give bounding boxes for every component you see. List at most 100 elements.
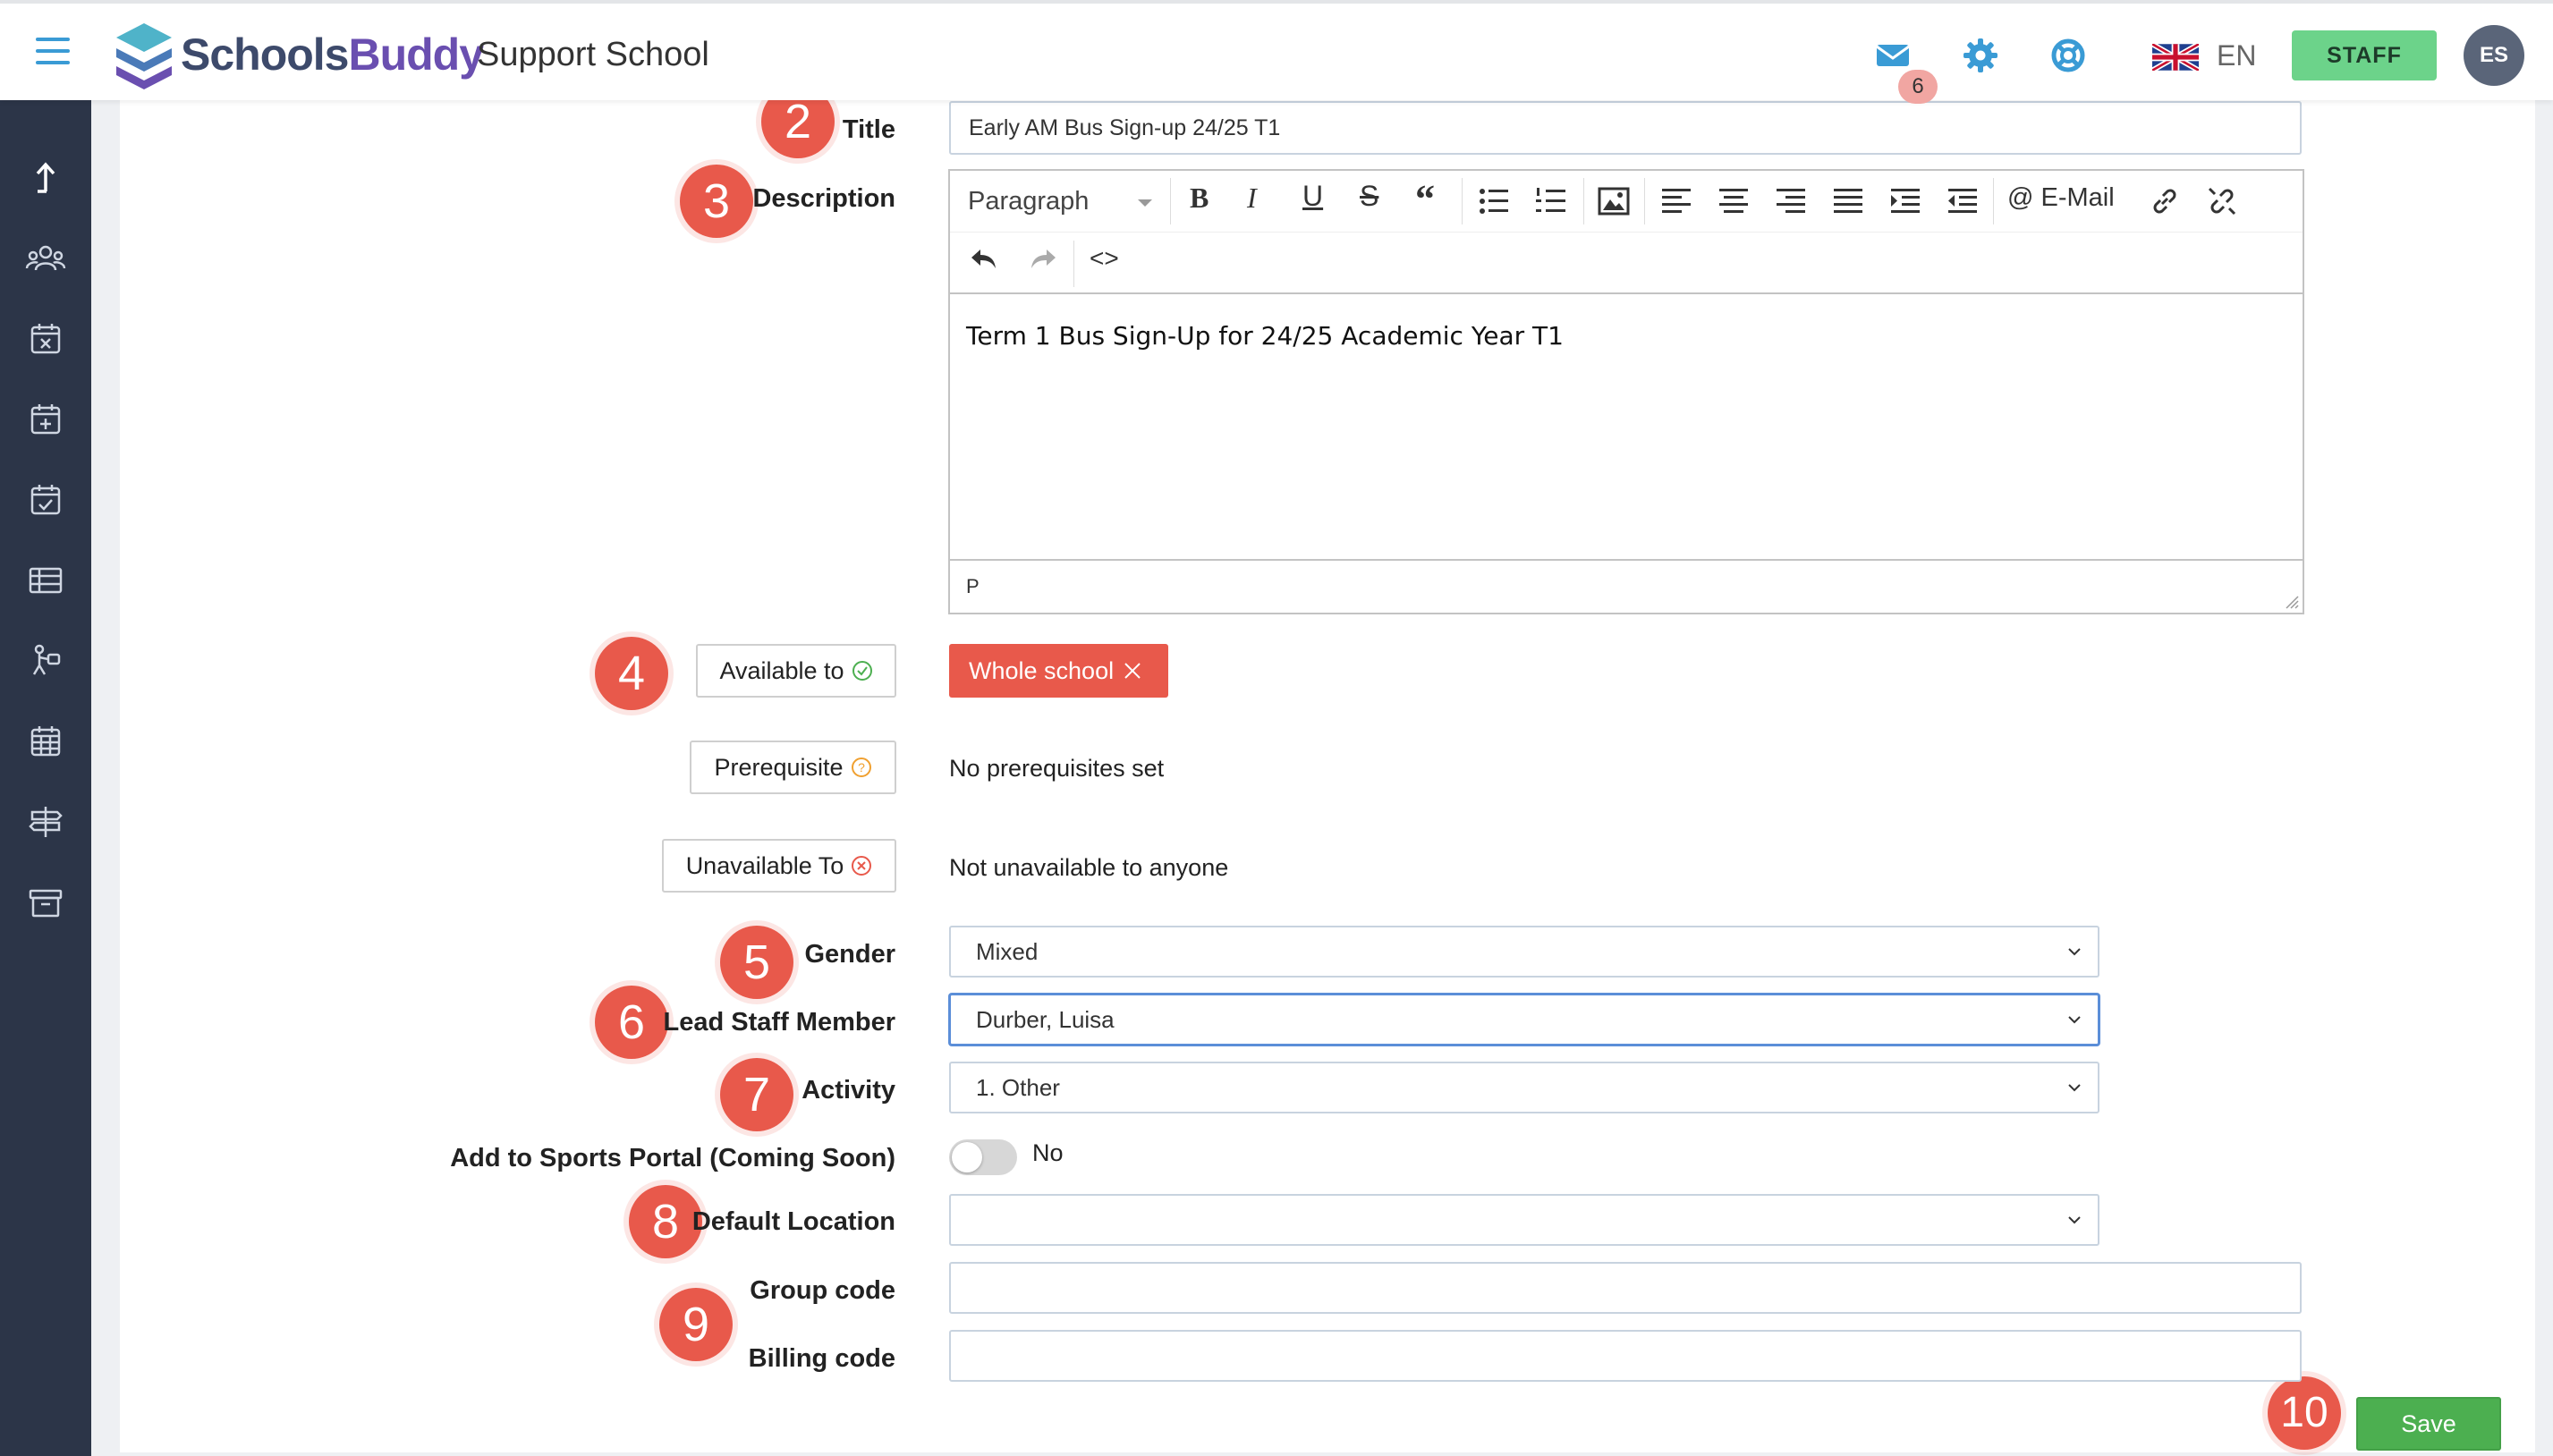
billing-code-label: Billing code <box>748 1344 895 1373</box>
close-icon[interactable] <box>1123 661 1142 681</box>
sports-portal-label: Add to Sports Portal (Coming Soon) <box>450 1144 895 1172</box>
default-location-label: Default Location <box>691 1207 895 1236</box>
chevron-down-icon <box>1138 199 1152 207</box>
gender-label: Gender <box>804 940 895 969</box>
step-badge-10: 10 <box>2268 1376 2341 1450</box>
align-center-icon[interactable] <box>1718 185 1750 217</box>
activity-label: Activity <box>802 1076 895 1105</box>
calendar-plus-icon[interactable] <box>25 399 66 440</box>
x-circle-icon <box>852 856 872 876</box>
redo-icon[interactable] <box>1029 246 1057 273</box>
lead-staff-value: Durber, Luisa <box>976 1005 1115 1033</box>
staff-button[interactable]: STAFF <box>2292 30 2437 80</box>
available-to-label: Available to <box>719 656 844 684</box>
prerequisite-button[interactable]: Prerequisite ? <box>690 741 896 794</box>
bold-icon[interactable]: B <box>1190 182 1209 215</box>
available-to-button[interactable]: Available to <box>696 644 896 698</box>
calendar-check-icon[interactable] <box>25 479 66 521</box>
numbered-list-icon[interactable] <box>1535 185 1567 217</box>
undo-icon[interactable] <box>970 246 998 273</box>
sports-portal-state: No <box>1032 1139 1064 1166</box>
signpost-icon[interactable] <box>25 801 66 842</box>
chevron-down-icon <box>2068 1084 2081 1092</box>
language-selector[interactable]: EN <box>2217 39 2256 72</box>
chevron-down-icon <box>2068 1216 2081 1224</box>
unavailable-to-button[interactable]: Unavailable To <box>662 839 896 893</box>
blockquote-icon[interactable]: “ <box>1415 176 1435 222</box>
source-code-icon[interactable]: <> <box>1090 244 1119 273</box>
archive-icon[interactable] <box>25 882 66 923</box>
svg-text:?: ? <box>858 760 865 775</box>
sidebar <box>0 100 91 1456</box>
editor-statusbar: P <box>950 559 2303 613</box>
align-right-icon[interactable] <box>1775 185 1807 217</box>
save-button[interactable]: Save <box>2356 1397 2501 1451</box>
email-link-label: E-Mail <box>2040 183 2115 212</box>
underline-icon[interactable]: U <box>1302 180 1323 213</box>
editor-toolbar: Paragraph B I U S “ @ E-Mail <> <box>950 171 2303 294</box>
default-location-select[interactable] <box>949 1194 2099 1246</box>
description-editor: Paragraph B I U S “ @ E-Mail <> Term 1 B… <box>948 169 2304 614</box>
check-circle-icon <box>852 661 872 681</box>
email-link-button[interactable]: @ E-Mail <box>2007 183 2115 213</box>
activity-value: 1. Other <box>976 1073 1060 1101</box>
group-code-input[interactable] <box>949 1262 2302 1314</box>
step-badge-6: 6 <box>595 986 668 1059</box>
italic-icon[interactable]: I <box>1247 182 1257 215</box>
title-input[interactable]: Early AM Bus Sign-up 24/25 T1 <box>949 101 2302 155</box>
unavailable-to-label: Unavailable To <box>685 851 844 879</box>
image-icon[interactable] <box>1598 187 1630 216</box>
strikethrough-icon[interactable]: S <box>1360 180 1378 213</box>
gender-select[interactable]: Mixed <box>949 926 2099 978</box>
users-icon[interactable] <box>25 238 66 279</box>
paragraph-select[interactable]: Paragraph <box>968 187 1089 216</box>
step-badge-9: 9 <box>659 1288 733 1361</box>
description-label: Description <box>752 184 895 213</box>
align-justify-icon[interactable] <box>1832 185 1864 217</box>
activity-select[interactable]: 1. Other <box>949 1062 2099 1113</box>
editor-content[interactable]: Term 1 Bus Sign-Up for 24/25 Academic Ye… <box>966 321 1564 351</box>
element-path[interactable]: P <box>966 575 980 597</box>
at-icon: @ <box>2007 183 2034 212</box>
toolbar-divider <box>1170 178 1171 224</box>
lead-staff-select[interactable]: Durber, Luisa <box>949 994 2099 1045</box>
group-code-label: Group code <box>750 1276 895 1305</box>
prerequisite-value: No prerequisites set <box>949 755 1165 782</box>
mail-icon[interactable] <box>1873 36 1913 75</box>
toolbar-divider <box>1993 178 1994 224</box>
gender-value: Mixed <box>976 937 1039 965</box>
bullet-list-icon[interactable] <box>1478 185 1510 217</box>
chip-label: Whole school <box>969 656 1115 684</box>
sports-portal-toggle[interactable] <box>949 1139 1017 1175</box>
step-badge-3: 3 <box>680 165 753 238</box>
prerequisite-label: Prerequisite <box>714 753 844 781</box>
whole-school-chip[interactable]: Whole school <box>949 644 1168 698</box>
step-badge-5: 5 <box>720 926 793 999</box>
gear-icon[interactable] <box>1961 36 2000 75</box>
toolbar-divider <box>1583 178 1584 224</box>
unlink-icon[interactable] <box>2206 185 2238 217</box>
table-icon[interactable] <box>25 560 66 601</box>
calendar-x-icon[interactable] <box>25 318 66 360</box>
align-left-icon[interactable] <box>1660 185 1692 217</box>
help-lifebuoy-icon[interactable] <box>2048 36 2088 75</box>
school-name: Support School <box>477 36 709 73</box>
outdent-icon[interactable] <box>1947 185 1979 217</box>
resize-handle-icon[interactable] <box>2283 593 2299 609</box>
billing-code-input[interactable] <box>949 1330 2302 1382</box>
indent-icon[interactable] <box>1889 185 1921 217</box>
uk-flag-icon[interactable] <box>2152 44 2199 71</box>
link-icon[interactable] <box>2149 185 2181 217</box>
question-circle-icon: ? <box>851 758 871 777</box>
upload-arrow-icon[interactable] <box>25 157 66 199</box>
logo[interactable]: SchoolsBuddy <box>181 29 484 80</box>
logo-icon <box>116 23 172 89</box>
top-bar: SchoolsBuddy Support School 6 EN STAFF E… <box>0 0 2553 104</box>
toolbar-divider <box>1073 241 1074 287</box>
avatar[interactable]: ES <box>2464 25 2524 86</box>
person-activity-icon[interactable] <box>25 640 66 681</box>
unavailable-to-value: Not unavailable to anyone <box>949 854 1229 881</box>
menu-icon[interactable] <box>36 38 70 64</box>
chevron-down-icon <box>2068 948 2081 956</box>
calendar-grid-icon[interactable] <box>25 721 66 762</box>
